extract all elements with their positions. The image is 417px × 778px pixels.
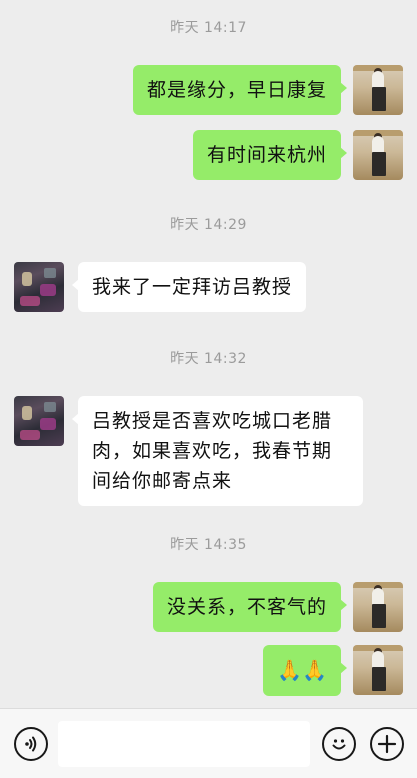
avatar[interactable] bbox=[353, 65, 403, 115]
chat-area[interactable]: 昨天 14:17 都是缘分，早日康复 有时间来杭州 昨天 14:29 我来了一定… bbox=[0, 0, 417, 708]
message-bubble-received[interactable]: 吕教授是否喜欢吃城口老腊 肉，如果喜欢吃，我春节期 间给你邮寄点来 bbox=[72, 396, 363, 506]
timestamp: 昨天 14:35 bbox=[170, 537, 247, 553]
message-bubble-sent[interactable]: 🙏🙏 bbox=[263, 645, 347, 696]
emoji-button[interactable] bbox=[322, 727, 356, 761]
voice-icon bbox=[25, 736, 37, 752]
input-bar bbox=[0, 708, 417, 778]
message-line: 肉，如果喜欢吃，我春节期 bbox=[92, 440, 333, 462]
timestamp: 昨天 14:17 bbox=[170, 20, 247, 36]
avatar[interactable] bbox=[14, 396, 64, 446]
plus-button[interactable] bbox=[370, 727, 404, 761]
avatar[interactable] bbox=[353, 582, 403, 632]
message-input[interactable] bbox=[58, 721, 310, 767]
message-bubble-sent[interactable]: 都是缘分，早日康复 bbox=[132, 65, 348, 115]
plus-icon bbox=[377, 734, 397, 754]
avatar[interactable] bbox=[353, 645, 403, 695]
message-bubble-received[interactable]: 我来了一定拜访吕教授 bbox=[71, 262, 307, 312]
message-bubble-sent[interactable]: 有时间来杭州 bbox=[192, 130, 348, 180]
message-line: 吕教授是否喜欢吃城口老腊 bbox=[92, 410, 333, 432]
emoji-icon bbox=[332, 739, 346, 750]
avatar[interactable] bbox=[14, 262, 64, 312]
message-line: 间给你邮寄点来 bbox=[92, 470, 233, 492]
message-bubble-sent[interactable]: 没关系，不客气的 bbox=[152, 582, 348, 632]
folded-hands-emoji: 🙏🙏 bbox=[277, 658, 327, 682]
timestamp: 昨天 14:29 bbox=[170, 217, 247, 233]
avatar[interactable] bbox=[353, 130, 403, 180]
timestamp: 昨天 14:32 bbox=[170, 351, 247, 367]
voice-button[interactable] bbox=[14, 727, 48, 761]
